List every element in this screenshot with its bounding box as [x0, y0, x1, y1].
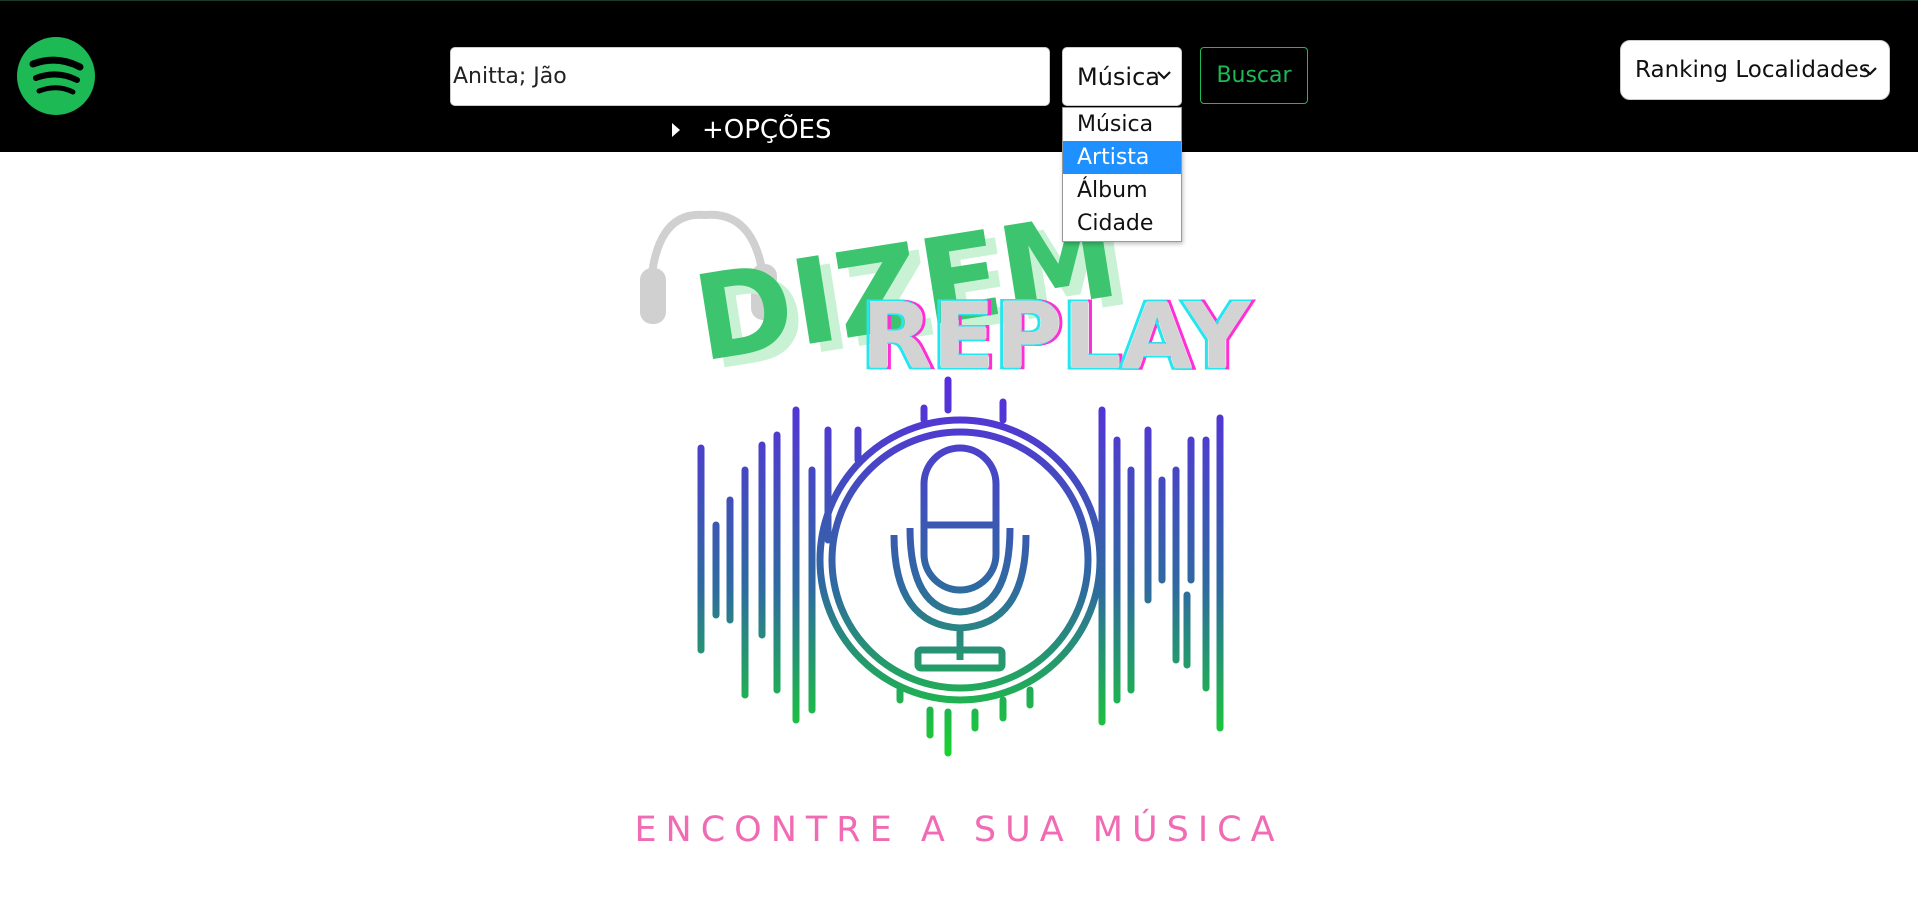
search-type-select[interactable]: Música — [1062, 47, 1182, 106]
caret-right-icon — [672, 123, 680, 137]
search-type-selected: Música — [1077, 62, 1160, 91]
search-type-dropdown: Música Artista Álbum Cidade — [1062, 107, 1182, 242]
hero-tagline: ENCONTRE A SUA MÚSICA — [634, 810, 1284, 850]
ranking-select-value: Ranking Localidades — [1635, 57, 1871, 83]
search-button[interactable]: Buscar — [1200, 47, 1308, 104]
dropdown-option-artista[interactable]: Artista — [1063, 141, 1181, 174]
chevron-down-icon — [1863, 67, 1877, 76]
dropdown-option-album[interactable]: Álbum — [1063, 174, 1181, 207]
dropdown-option-cidade[interactable]: Cidade — [1063, 207, 1181, 240]
dropdown-option-musica[interactable]: Música — [1063, 108, 1181, 141]
logo-word-replay: REPLAY — [862, 283, 1252, 390]
ranking-select[interactable]: Ranking Localidades — [1620, 40, 1890, 100]
chevron-down-icon — [1157, 71, 1171, 80]
hero-logo: DIZEM DIZEM REPLAY REPLAY REPLAY — [640, 185, 1255, 757]
more-options-toggle[interactable]: +OPÇÕES — [672, 113, 831, 147]
search-input[interactable] — [450, 47, 1050, 106]
spotify-icon[interactable] — [17, 37, 95, 115]
microphone-icon — [816, 416, 1104, 704]
top-navbar: Música Buscar Ranking Localidades +OPÇÕE… — [0, 0, 1918, 152]
more-options-label: +OPÇÕES — [702, 115, 832, 145]
